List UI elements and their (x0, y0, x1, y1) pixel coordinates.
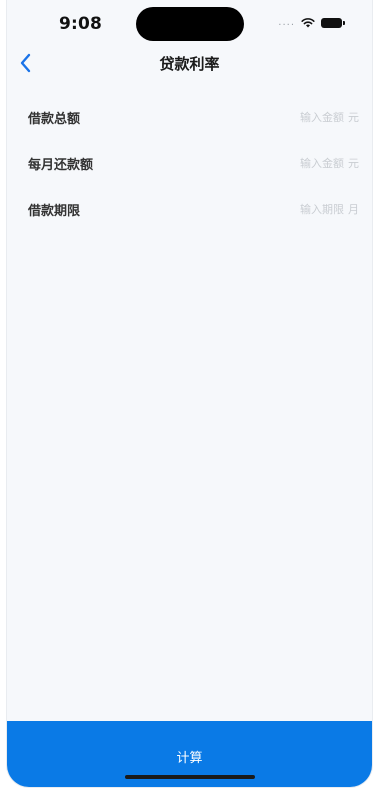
home-indicator (125, 775, 255, 779)
wifi-icon (301, 18, 315, 28)
page-title: 贷款利率 (159, 55, 220, 73)
loan-term-label: 借款期限 (28, 203, 81, 219)
loan-form: 借款总额 元 每月还款额 元 借款期限 月 (7, 94, 372, 232)
monthly-payment-input[interactable] (264, 156, 344, 170)
signal-dots-icon: .... (278, 16, 295, 28)
app-screen: 9:08 .... 贷款利率 借款总额 元 (7, 0, 372, 787)
loan-total-label: 借款总额 (28, 111, 81, 127)
loan-term-unit: 月 (348, 203, 359, 216)
status-bar: 9:08 .... (7, 0, 372, 46)
status-icons: .... (278, 16, 345, 28)
monthly-payment-label: 每月还款额 (28, 157, 94, 173)
loan-term-row: 借款期限 月 (7, 186, 372, 232)
calculate-button-label: 计算 (176, 750, 203, 765)
loan-total-input[interactable] (264, 110, 344, 124)
loan-total-row: 借款总额 元 (7, 94, 372, 140)
calculate-button[interactable]: 计算 (7, 721, 372, 787)
loan-total-unit: 元 (348, 111, 359, 124)
loan-term-input[interactable] (264, 202, 344, 216)
monthly-payment-row: 每月还款额 元 (7, 140, 372, 186)
phone-frame: 9:08 .... 贷款利率 借款总额 元 (0, 0, 379, 792)
battery-icon (321, 17, 345, 28)
monthly-payment-unit: 元 (348, 157, 359, 170)
navigation-bar: 贷款利率 (7, 46, 372, 80)
dynamic-island (136, 7, 244, 41)
status-time: 9:08 (59, 14, 103, 34)
